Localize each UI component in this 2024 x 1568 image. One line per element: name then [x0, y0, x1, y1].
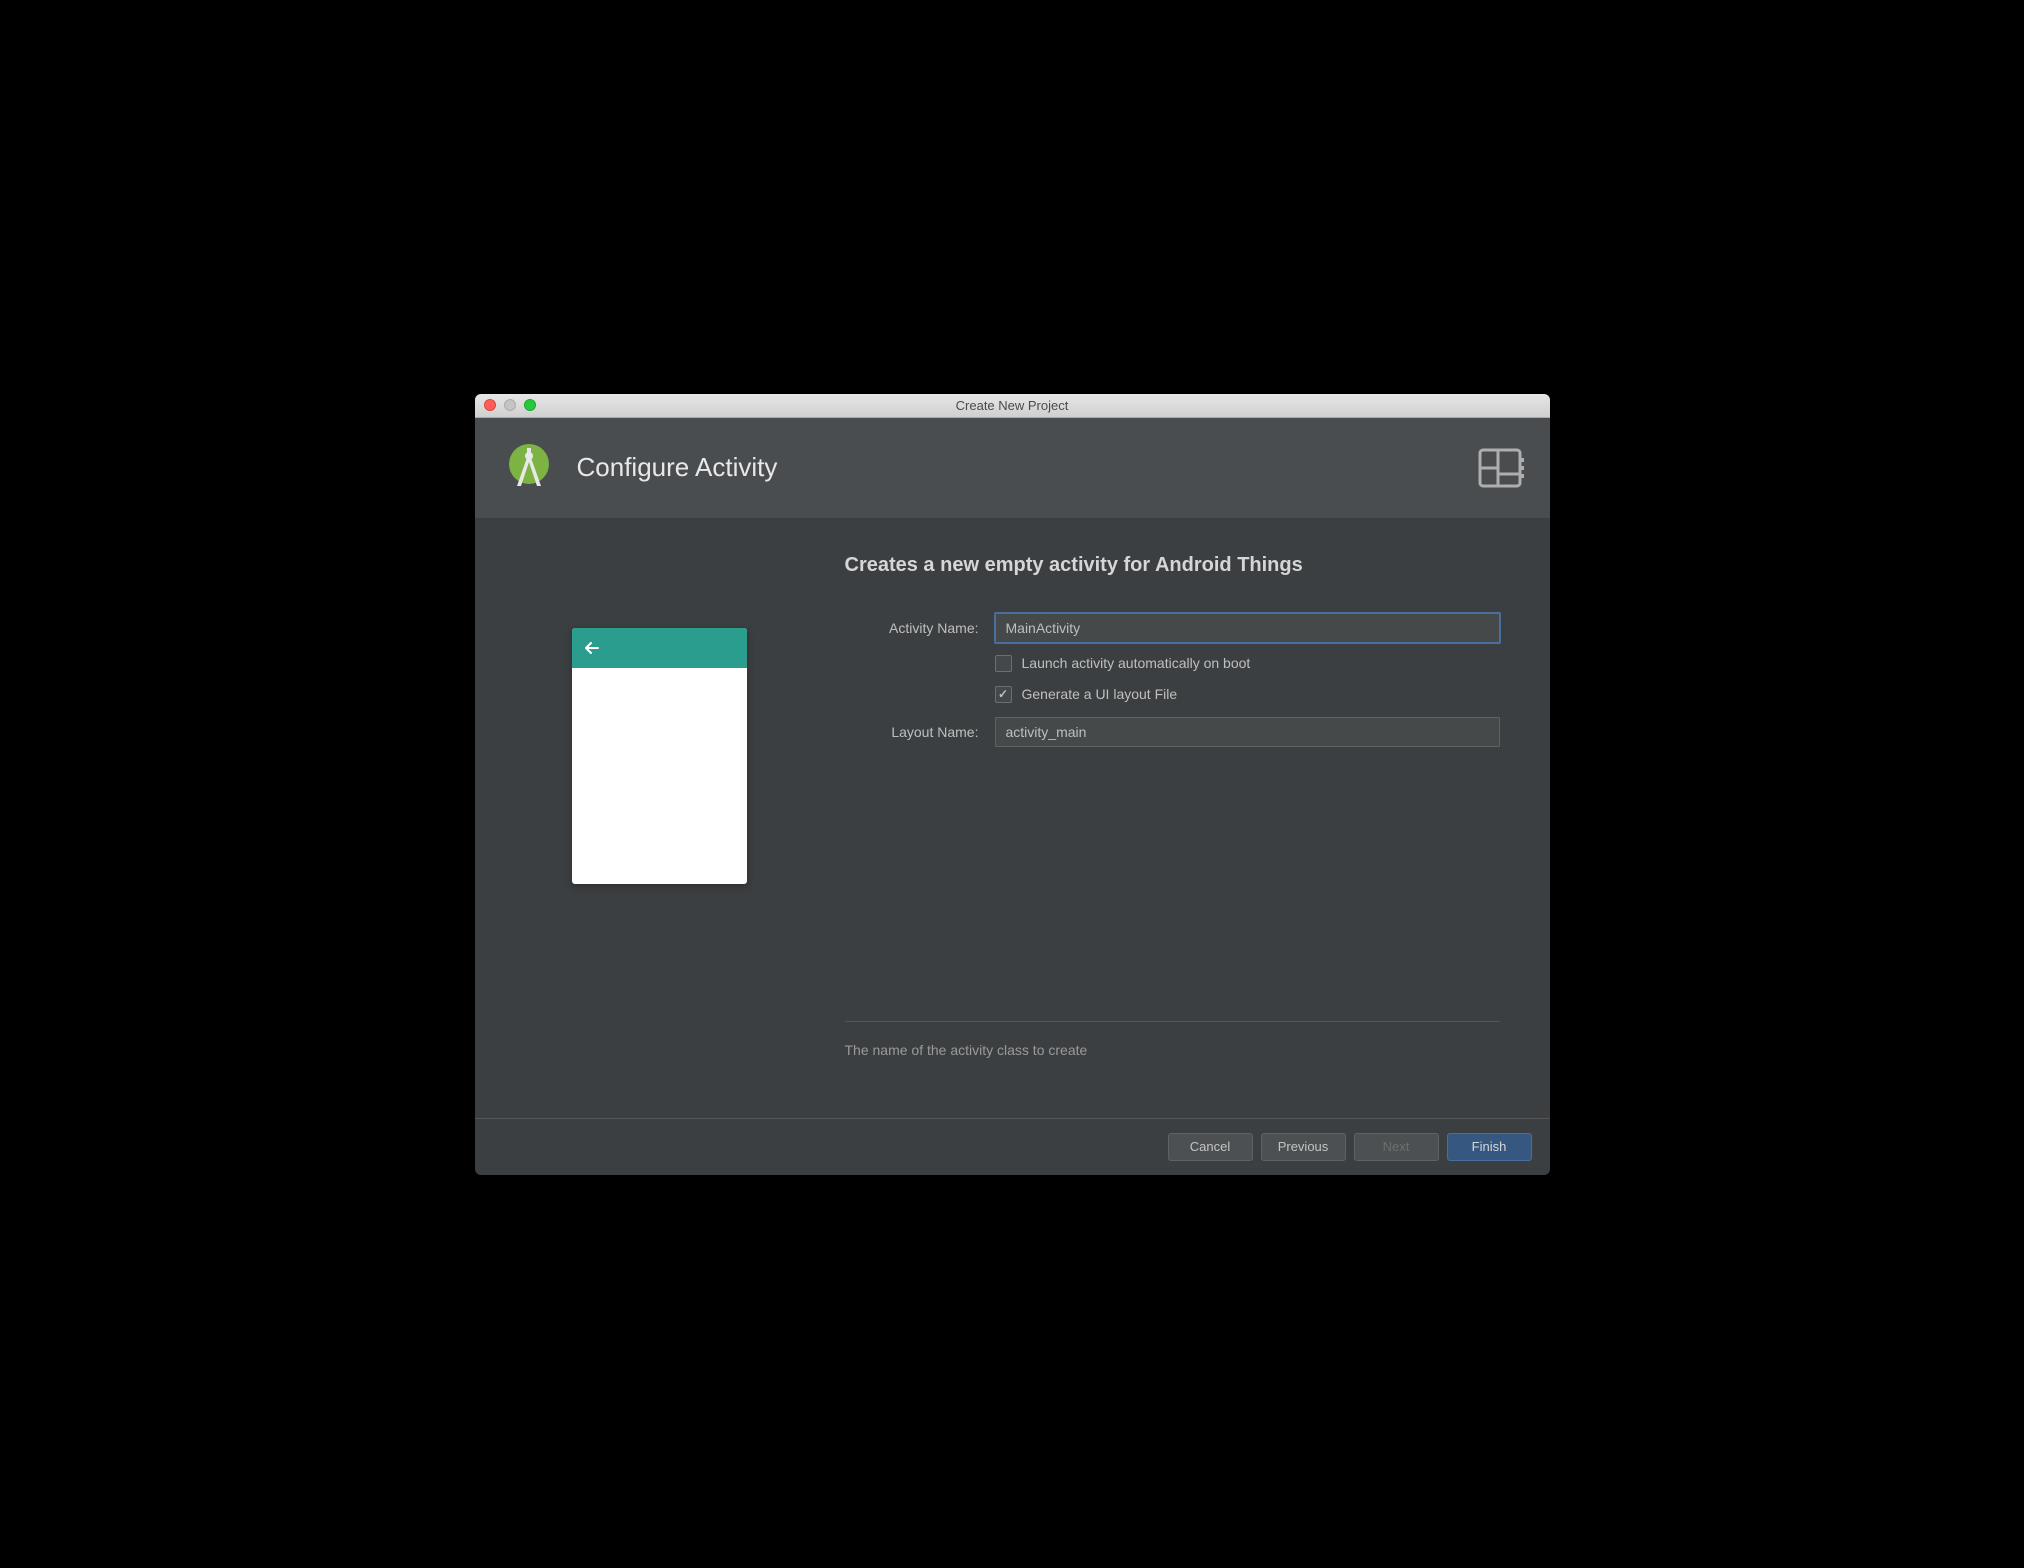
maximize-window-button[interactable]	[524, 399, 536, 411]
android-studio-icon	[499, 438, 559, 498]
close-window-button[interactable]	[484, 399, 496, 411]
form-heading: Creates a new empty activity for Android…	[845, 554, 1500, 577]
preview-pane	[475, 518, 845, 1118]
activity-name-row: Activity Name:	[845, 613, 1500, 643]
dialog-content: Creates a new empty activity for Android…	[475, 518, 1550, 1118]
phone-preview	[572, 628, 747, 884]
titlebar: Create New Project	[475, 394, 1550, 418]
previous-button[interactable]: Previous	[1261, 1133, 1346, 1161]
window-title: Create New Project	[956, 398, 1069, 413]
dialog-header: Configure Activity	[475, 418, 1550, 518]
dialog-footer: Cancel Previous Next Finish	[475, 1118, 1550, 1175]
layout-name-row: Layout Name:	[845, 717, 1500, 747]
cancel-button[interactable]: Cancel	[1168, 1133, 1253, 1161]
finish-button[interactable]: Finish	[1447, 1133, 1532, 1161]
next-button[interactable]: Next	[1354, 1133, 1439, 1161]
generate-layout-label: Generate a UI layout File	[1022, 686, 1178, 702]
page-title: Configure Activity	[577, 452, 778, 483]
launch-on-boot-checkbox[interactable]	[995, 655, 1012, 672]
activity-name-label: Activity Name:	[845, 620, 995, 636]
launch-on-boot-label: Launch activity automatically on boot	[1022, 655, 1251, 671]
layout-grid-icon	[1474, 442, 1526, 494]
traffic-lights	[484, 399, 536, 411]
dialog-window: Create New Project Configure Activity	[475, 394, 1550, 1175]
layout-name-label: Layout Name:	[845, 724, 995, 740]
launch-on-boot-row: Launch activity automatically on boot	[995, 655, 1500, 672]
help-text: The name of the activity class to create	[845, 1021, 1500, 1098]
generate-layout-row: Generate a UI layout File	[995, 686, 1500, 703]
form-pane: Creates a new empty activity for Android…	[845, 518, 1550, 1118]
phone-preview-header	[572, 628, 747, 668]
generate-layout-checkbox[interactable]	[995, 686, 1012, 703]
activity-name-input[interactable]	[995, 613, 1500, 643]
back-arrow-icon	[584, 640, 600, 656]
layout-name-input[interactable]	[995, 717, 1500, 747]
minimize-window-button[interactable]	[504, 399, 516, 411]
